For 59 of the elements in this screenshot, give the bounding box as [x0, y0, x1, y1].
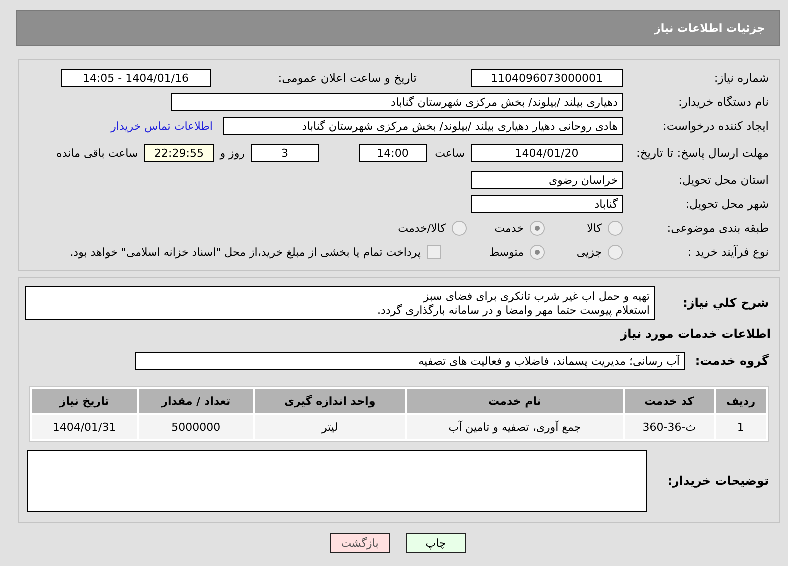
city-field[interactable]: گناباد [471, 195, 623, 213]
service-group-field[interactable]: آب رسانی؛ مدیریت پسماند، فاضلاب و فعالیت های تصفیه [135, 352, 685, 370]
column-header: تاریخ نیاز [32, 389, 138, 413]
description-line: استعلام پیوست حتما مهر وامضا و در سامانه بارگذاری گردد. [378, 304, 650, 318]
need-number-field[interactable]: 1104096073000001 [471, 69, 623, 87]
remaining-label: ساعت باقی مانده [56, 146, 138, 160]
radio-label: جزیی [576, 246, 602, 258]
radio-label: کالا/خدمت [398, 222, 446, 234]
page-title: جزئیات اطلاعات نیاز [654, 22, 765, 34]
contact-link[interactable]: اطلاعات تماس خریدار [111, 120, 213, 132]
days-field[interactable]: 3 [251, 144, 319, 162]
radio-button[interactable] [608, 244, 623, 260]
radio-button[interactable] [530, 244, 545, 260]
column-header: کد خدمت [624, 389, 714, 413]
table-cell: 1 [716, 415, 766, 439]
deadline-date-field[interactable]: 1404/01/20 [471, 144, 623, 162]
description-field[interactable]: تهیه و حمل اب غیر شرب تانکری برای فضای سبز استعلام پیوست حتما مهر وامضا و در سامانه بارگذاری گردد. [25, 286, 655, 320]
column-header: واحد اندازه گیری [255, 389, 405, 413]
time-label: ساعت [434, 146, 465, 160]
deadline-time-field[interactable]: 14:00 [359, 144, 427, 162]
radio-button[interactable] [530, 220, 545, 236]
table-cell: ث-36-360 [624, 415, 714, 439]
column-header: ردیف [716, 389, 766, 413]
radio-label: کالا [587, 222, 602, 234]
radio-label: متوسط [489, 246, 524, 258]
field-label: تاریخ و ساعت اعلان عمومی: [277, 71, 418, 85]
print-button[interactable]: چاپ [406, 533, 466, 553]
table-cell: 1404/01/31 [32, 415, 138, 439]
checkbox[interactable] [427, 245, 441, 259]
radio-button[interactable] [608, 220, 623, 236]
section-heading: اطلاعات خدمات مورد نیاز [620, 327, 771, 341]
column-header: تعداد / مقدار [139, 389, 254, 413]
field-label: نوع فرآیند خرید : [686, 245, 770, 259]
radio-label: خدمت [494, 222, 524, 234]
radio-button[interactable] [452, 220, 467, 236]
remaining-time-field[interactable]: 22:29:55 [144, 144, 214, 162]
days-label: روز و [220, 146, 245, 160]
field-label: مهلت ارسال پاسخ: تا تاریخ: [635, 146, 770, 160]
province-field[interactable]: خراسان رضوی [471, 171, 623, 189]
buyer-field[interactable]: دهیاری بیلند /بیلوند/ بخش مرکزی شهرستان گناباد [171, 93, 623, 111]
creator-field[interactable]: هادی روحانی دهیار دهیاری بیلند /بیلوند/ بخش مرکزی شهرستان گناباد [223, 117, 623, 135]
checkbox-label: پرداخت تمام یا بخشی از مبلغ خرید،از محل "اسناد خزانه اسلامی" خواهد بود. [70, 246, 421, 258]
table-cell: 5000000 [139, 415, 254, 439]
column-header: نام خدمت [406, 389, 623, 413]
back-button[interactable]: بازگشت [330, 533, 390, 553]
description-line: تهیه و حمل اب غیر شرب تانکری برای فضای سبز [424, 290, 650, 304]
table-cell: لیتر [255, 415, 405, 439]
field-label: توضیحات خریدار: [666, 474, 770, 488]
field-label: شماره نیاز: [713, 71, 770, 85]
field-label: گروه خدمت: [694, 354, 770, 368]
announce-date-field[interactable]: 1404/01/16 - 14:05 [61, 69, 211, 87]
buyer-notes-field[interactable] [27, 450, 647, 512]
field-label: شرح کلي نیاز: [682, 296, 770, 310]
field-label: ایجاد کننده درخواست: [662, 119, 770, 133]
field-label: طبقه بندی موضوعی: [666, 221, 770, 235]
field-label: نام دستگاه خریدار: [677, 95, 770, 109]
table-cell: جمع آوری، تصفیه و تامین آب [406, 415, 623, 439]
field-label: استان محل تحویل: [678, 173, 770, 187]
field-label: شهر محل تحویل: [684, 197, 770, 211]
